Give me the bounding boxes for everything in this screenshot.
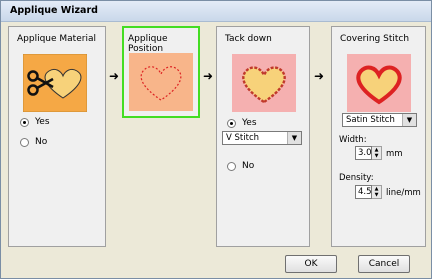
arrow-right-icon: ➜	[109, 69, 120, 83]
step-covering-stitch: Covering Stitch Satin Stitch ▼ Width: 3.…	[331, 26, 426, 247]
width-input[interactable]: 3.0	[355, 146, 372, 160]
step-title: Tack down	[225, 34, 272, 44]
window-title: Applique Wizard	[10, 5, 98, 16]
radio-label: No	[35, 137, 48, 147]
chevron-down-icon: ▼	[287, 132, 301, 144]
radio-label: No	[242, 161, 255, 171]
radio-label: Yes	[242, 118, 257, 128]
radio-indicator	[227, 161, 236, 171]
select-value: V Stitch	[226, 133, 259, 143]
satin-heart-icon	[347, 54, 411, 112]
step-tack-down: Tack down Yes V Stitch ▼ No	[216, 26, 310, 247]
tackdown-no-radio[interactable]: No	[227, 161, 254, 171]
arrow-right-icon: ➜	[203, 69, 214, 83]
tackdown-yes-radio[interactable]: Yes	[227, 118, 257, 128]
width-spinner[interactable]: 3.0 ▲ ▼	[355, 146, 382, 160]
material-no-radio[interactable]: No	[20, 137, 47, 147]
radio-indicator	[20, 137, 29, 147]
material-yes-radio[interactable]: Yes	[20, 117, 50, 127]
density-spinner[interactable]: 4.5 ▲ ▼	[355, 185, 382, 199]
scissors-heart-icon	[23, 54, 87, 112]
spinner-arrows[interactable]: ▲ ▼	[372, 185, 382, 199]
covering-stitch-select[interactable]: Satin Stitch ▼	[342, 113, 417, 127]
dotted-heart-icon	[129, 53, 193, 111]
ok-button[interactable]: OK	[285, 255, 337, 273]
density-label: Density:	[339, 173, 374, 183]
step-title: Applique Position	[128, 34, 168, 54]
width-unit: mm	[386, 149, 403, 159]
radio-indicator	[20, 117, 29, 127]
step-applique-position: Applique Position	[122, 26, 200, 118]
radio-indicator	[227, 118, 236, 128]
applique-wizard-window: Applique Wizard Applique Material Yes No…	[0, 0, 432, 279]
density-input[interactable]: 4.5	[355, 185, 372, 199]
width-label: Width:	[339, 135, 367, 145]
wavy-heart-icon	[232, 54, 296, 112]
step-title: Applique Material	[17, 34, 96, 44]
step-applique-material: Applique Material Yes No	[8, 26, 106, 247]
select-value: Satin Stitch	[346, 115, 395, 125]
cancel-button[interactable]: Cancel	[358, 255, 410, 273]
title-bar: Applique Wizard	[1, 1, 431, 22]
tackdown-stitch-select[interactable]: V Stitch ▼	[222, 131, 302, 145]
step-title: Covering Stitch	[340, 34, 410, 44]
radio-label: Yes	[35, 117, 50, 127]
spinner-arrows[interactable]: ▲ ▼	[372, 146, 382, 160]
arrow-right-icon: ➜	[314, 69, 325, 83]
chevron-down-icon: ▼	[402, 114, 416, 126]
density-unit: line/mm	[386, 188, 421, 198]
